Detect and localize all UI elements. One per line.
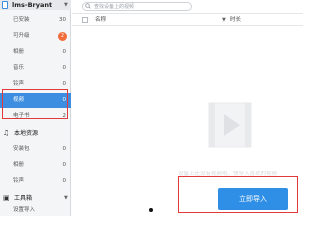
briefcase-icon: ▣: [3, 194, 10, 202]
import-now-button[interactable]: 立即导入: [218, 188, 288, 210]
phone-icon: [2, 1, 8, 9]
sidebar-item-installed[interactable]: 已安装 30: [0, 13, 71, 28]
sidebar-item-local-ringtones[interactable]: 铃声 0: [0, 174, 71, 189]
sidebar-item-count: 0: [62, 49, 67, 55]
sidebar-item-settings-import[interactable]: 设置导入: [0, 205, 71, 216]
local-resources-header[interactable]: ♫ 本地资源: [0, 126, 71, 141]
section-title: 工具箱: [14, 195, 33, 202]
chevron-down-icon[interactable]: ▼: [64, 194, 68, 202]
select-all-checkbox[interactable]: [82, 17, 88, 23]
sidebar-item-label: 相册: [13, 162, 25, 168]
sidebar-item-count: 0: [62, 81, 67, 87]
video-highlight-box: [2, 89, 68, 119]
sidebar-item-local-packages[interactable]: 安装包 0: [0, 142, 71, 157]
sidebar-item-label: 铃声: [13, 81, 25, 87]
cursor-dot: [149, 208, 153, 212]
video-placeholder-icon: [208, 102, 252, 148]
sidebar-item-count: 0: [62, 146, 67, 152]
sidebar-item-upgradable[interactable]: 可升级 2: [0, 29, 71, 44]
table-header: 名称 ▼ 时长: [72, 14, 303, 26]
search-icon: [85, 3, 91, 9]
sidebar-item-label: 相册: [13, 49, 25, 55]
device-name: lms-Bryant: [12, 1, 53, 9]
search-input[interactable]: [94, 3, 190, 10]
sidebar-item-label: 音乐: [13, 65, 25, 71]
sidebar-item-label: 已安装: [13, 17, 30, 23]
sidebar-item-count: 0: [62, 162, 67, 168]
toolbar: [72, 0, 303, 14]
sort-arrow-icon[interactable]: ▼: [222, 17, 226, 23]
sidebar-item-label: 设置导入: [13, 207, 36, 213]
sidebar-item-label: 可升级: [13, 33, 30, 39]
column-header-name[interactable]: 名称: [95, 17, 106, 23]
music-note-icon: ♫: [3, 129, 10, 137]
column-header-duration[interactable]: 时长: [230, 17, 241, 23]
search-box[interactable]: [82, 2, 192, 11]
sidebar-item-label: 安装包: [13, 146, 30, 152]
sidebar-item-music[interactable]: 音乐 0: [0, 61, 71, 76]
section-title: 本地资源: [14, 130, 39, 137]
sidebar-item-count: 0: [62, 65, 67, 71]
chevron-down-icon[interactable]: ▼: [64, 1, 68, 9]
sidebar-item-photos[interactable]: 相册 0: [0, 45, 71, 60]
sidebar-item-label: 铃声: [13, 178, 25, 184]
toolbox-header[interactable]: ▣ 工具箱 ▼: [0, 191, 71, 206]
sidebar-item-count: 0: [62, 178, 67, 184]
device-header[interactable]: lms-Bryant ▼: [0, 0, 71, 10]
sidebar-item-count: 30: [59, 17, 66, 23]
update-badge: 2: [58, 32, 67, 41]
sidebar-item-local-photos[interactable]: 相册 0: [0, 158, 71, 173]
